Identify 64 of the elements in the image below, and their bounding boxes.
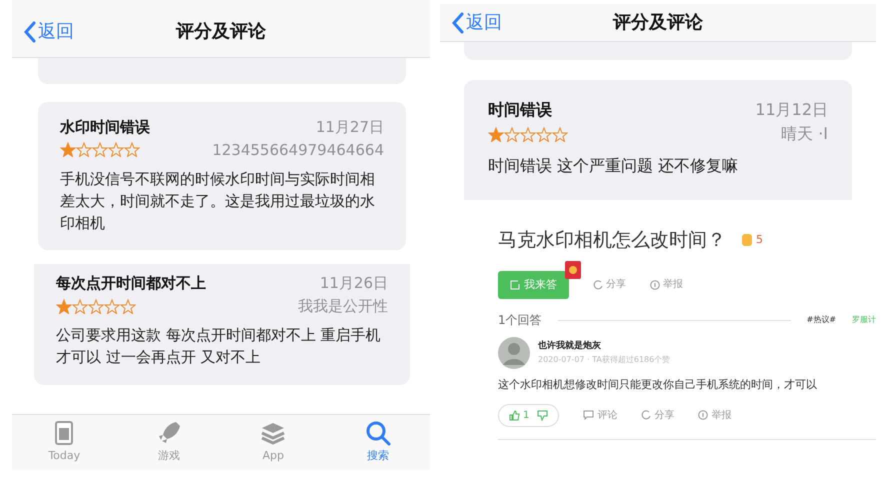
envelope-icon <box>565 260 581 278</box>
star-icon <box>552 126 568 142</box>
star-icon <box>76 142 92 158</box>
like-button[interactable]: 1 <box>509 408 530 422</box>
screen-title: 评分及评论 <box>176 21 266 42</box>
share-link[interactable]: 分享 <box>593 277 626 292</box>
star-icon <box>92 142 108 158</box>
review-text: 手机没信号不联网的时候水印时间与实际时间相差太大，时间就不走了。这是我用过最垃圾的水印相机 <box>60 169 376 234</box>
back-button[interactable]: 返回 <box>440 9 502 36</box>
star-icon <box>60 142 76 158</box>
review-title: 时间错误 <box>488 99 552 121</box>
review-text: 时间错误 这个严重问题 还不修复嘛 <box>488 155 740 177</box>
share-link[interactable]: 分享 <box>641 408 674 422</box>
speech-bubble-icon <box>583 410 594 420</box>
star-icon <box>504 126 520 142</box>
review-text: 公司要求用这款 每次点开时间都对不上 重启手机才可以 过一会再点开 又对不上 <box>56 325 382 368</box>
chevron-left-icon <box>24 20 36 42</box>
dislike-button[interactable] <box>537 410 548 420</box>
coin-stack-icon <box>742 234 752 246</box>
review-author: 123455664979464664 <box>212 140 384 160</box>
tab-bar-item[interactable]: 游戏 <box>128 419 209 466</box>
topic-link[interactable]: 罗服计 <box>852 314 876 326</box>
answer-button[interactable]: 我来答 <box>498 270 569 299</box>
edit-icon <box>510 280 520 290</box>
report-link[interactable]: 举报 <box>650 277 683 292</box>
info-icon <box>698 410 708 420</box>
report-link[interactable]: 举报 <box>698 408 732 422</box>
review-title: 水印时间错误 <box>60 117 150 138</box>
star-icon <box>56 298 72 314</box>
thumbs-down-icon <box>537 410 548 420</box>
question-title: 马克水印相机怎么改时间？ <box>498 228 726 253</box>
answer-count: 1个回答 <box>498 312 542 329</box>
star-icon <box>520 126 536 142</box>
avatar-icon <box>498 337 530 369</box>
back-button[interactable]: 返回 <box>12 18 74 45</box>
chevron-left-icon <box>452 12 464 34</box>
star-icon <box>536 126 552 142</box>
reward-amount: 5 <box>756 232 763 248</box>
answer-text: 这个水印相机想修改时间只能更改你自己手机系统的时间，才可以 <box>498 377 818 393</box>
user-name: 也许我就是炮灰 <box>538 340 602 354</box>
search-icon <box>364 420 391 446</box>
review-author: 晴天 ·I <box>781 123 828 145</box>
star-icon <box>488 126 504 142</box>
tab-bar-item[interactable]: 搜索 <box>338 419 418 466</box>
topic-tag: #热议# <box>806 314 836 326</box>
tab-bar-item[interactable]: Today <box>24 419 104 466</box>
thumbs-up-icon <box>509 410 520 420</box>
star-icon <box>124 142 140 158</box>
star-icon <box>120 298 136 314</box>
review-date: 11月27日 <box>316 117 384 138</box>
answer-meta: 2020-07-07 · TA获得超过6186个赞 <box>538 354 670 366</box>
star-icon <box>88 298 104 314</box>
comment-link[interactable]: 评论 <box>583 408 618 422</box>
star-icon <box>104 298 120 314</box>
review-title: 每次点开时间都对不上 <box>56 273 206 294</box>
star-icon <box>108 142 124 158</box>
review-date: 11月26日 <box>320 273 388 294</box>
tab-bar-item[interactable]: App <box>233 419 314 466</box>
star-icon <box>72 298 88 314</box>
review-date: 11月12日 <box>755 99 828 121</box>
screen-title: 评分及评论 <box>613 12 703 33</box>
info-icon <box>650 280 660 290</box>
review-author: 我我是公开性 <box>298 296 388 317</box>
layers-icon <box>260 420 286 446</box>
